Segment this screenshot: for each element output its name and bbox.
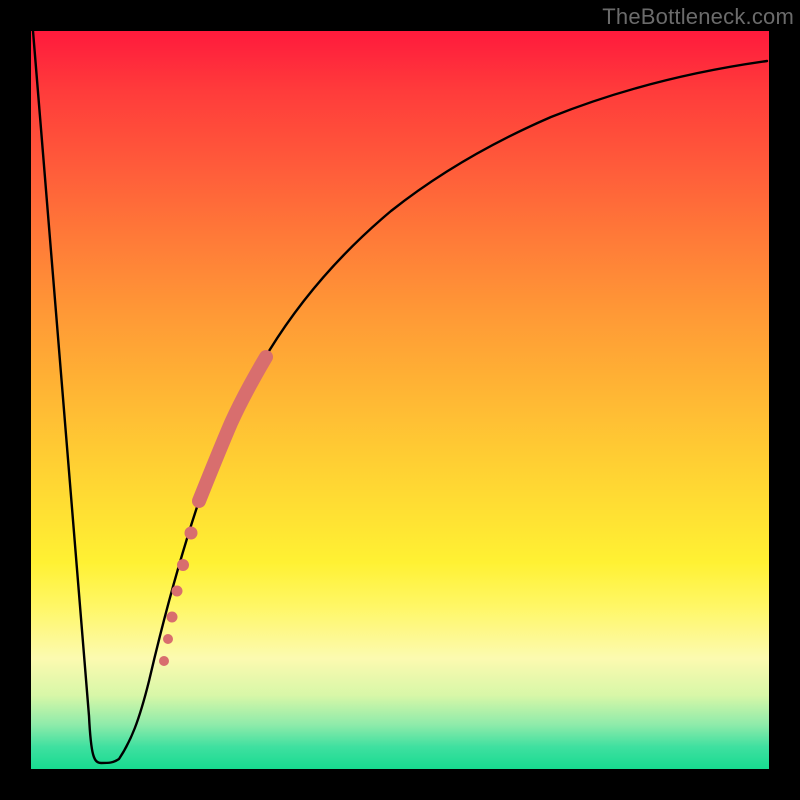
plot-area xyxy=(31,31,769,769)
watermark-text: TheBottleneck.com xyxy=(602,4,794,30)
chart-svg xyxy=(31,31,769,769)
chart-frame: TheBottleneck.com xyxy=(0,0,800,800)
highlight-band xyxy=(160,357,267,666)
bottleneck-curve-path xyxy=(33,31,767,763)
